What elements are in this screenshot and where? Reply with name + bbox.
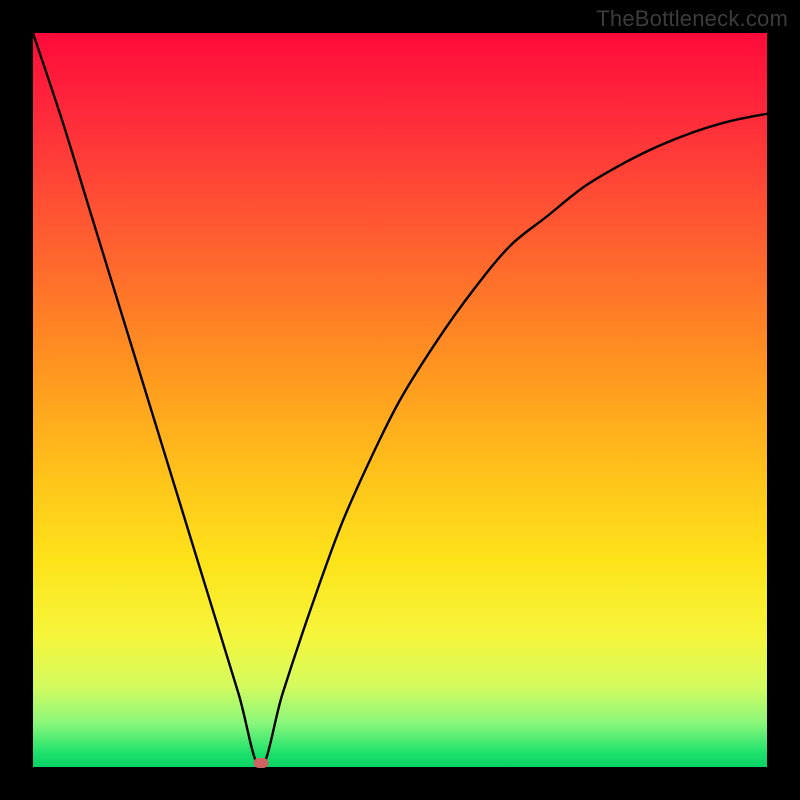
curve-layer — [33, 33, 767, 767]
minimum-marker — [253, 758, 268, 768]
bottleneck-curve — [33, 33, 767, 767]
chart-frame: TheBottleneck.com — [0, 0, 800, 800]
plot-area — [33, 33, 767, 767]
watermark-text: TheBottleneck.com — [596, 6, 788, 32]
